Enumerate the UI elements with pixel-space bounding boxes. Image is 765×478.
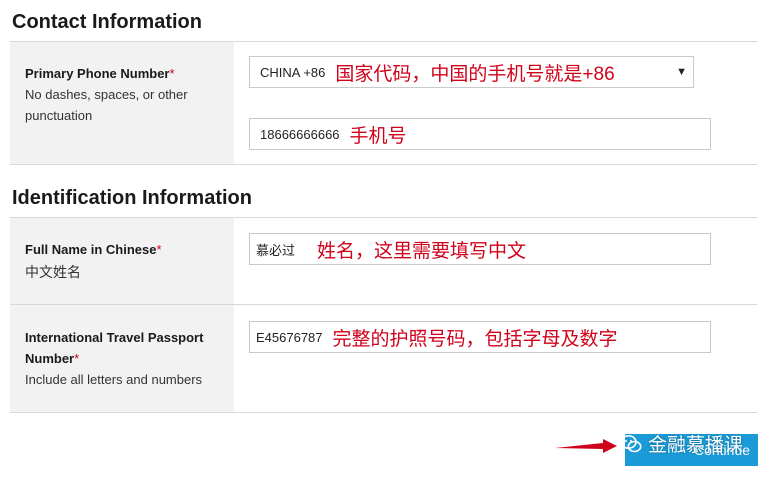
passport-number-value: E45676787 — [256, 329, 323, 345]
wechat-icon — [620, 434, 642, 452]
passport-number-input[interactable]: E45676787 完整的护照号码，包括字母及数字 — [249, 321, 711, 353]
passport-help: Include all letters and numbers — [25, 372, 203, 387]
passport-label-line-2: Number* — [25, 351, 80, 366]
passport-label-cell: International Travel Passport Number* In… — [10, 305, 234, 412]
phone-number-value: 18666666666 — [260, 126, 340, 142]
passport-label-line-1: International Travel Passport — [25, 330, 204, 345]
required-asterisk: * — [169, 66, 175, 81]
annotation-fullname: 姓名，这里需要填写中文 — [317, 240, 527, 262]
country-code-select[interactable]: CHINA +86 国家代码，中国的手机号就是+86 ▼ — [249, 56, 694, 88]
phone-number-input[interactable]: 18666666666 手机号 — [249, 118, 711, 150]
phone-label-cell: Primary Phone Number* No dashes, spaces,… — [10, 42, 234, 164]
country-code-value: CHINA +86 — [260, 64, 326, 80]
phone-help-line-1: No dashes, spaces, or other — [25, 87, 188, 102]
phone-help-line-2: punctuation — [25, 108, 93, 123]
dropdown-caret-icon: ▼ — [676, 66, 687, 78]
annotation-phone: 手机号 — [349, 125, 407, 147]
red-arrow-icon — [555, 439, 617, 453]
required-asterisk: * — [156, 242, 162, 257]
watermark-text: 金融慕播课 — [648, 435, 744, 456]
fullname-value: 慕必过 — [256, 242, 296, 258]
identification-section-title: Identification Information — [12, 187, 252, 209]
fullname-label: Full Name in Chinese* — [25, 242, 162, 257]
fullname-help: 中文姓名 — [25, 264, 81, 280]
watermark: 金融慕播课 — [620, 430, 743, 457]
fullname-input[interactable]: 慕必过 姓名，这里需要填写中文 — [249, 233, 711, 265]
divider — [10, 164, 757, 165]
annotation-passport: 完整的护照号码，包括字母及数字 — [332, 328, 618, 350]
contact-section-title: Contact Information — [12, 11, 202, 33]
annotation-country: 国家代码，中国的手机号就是+86 — [335, 63, 615, 85]
divider — [10, 412, 757, 413]
required-asterisk: * — [74, 351, 80, 366]
fullname-label-cell: Full Name in Chinese* 中文姓名 — [10, 218, 234, 304]
phone-label: Primary Phone Number* — [25, 66, 175, 81]
